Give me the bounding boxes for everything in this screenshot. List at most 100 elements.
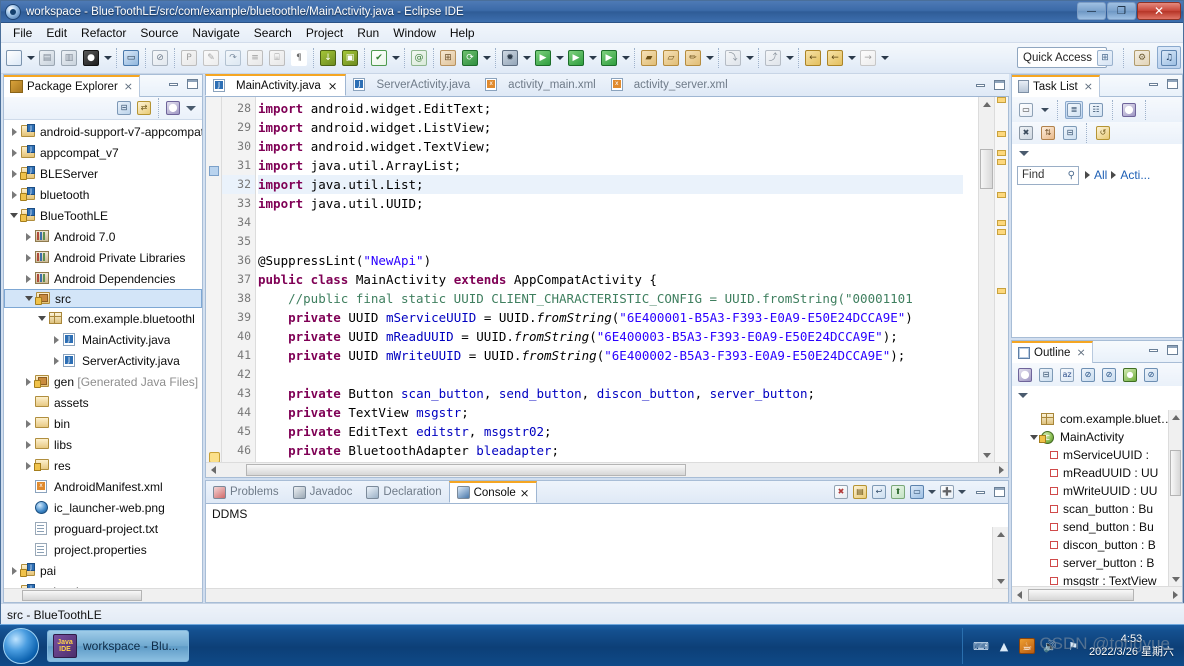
collapse-all-icon[interactable]: ⊟ [1061,124,1079,142]
outline-vertical-scrollbar[interactable] [1168,410,1182,586]
filter-arrow-icon[interactable] [1111,171,1117,179]
overview-marker[interactable] [997,97,1006,103]
menu-item-source[interactable]: Source [133,24,185,42]
console-scroll-down-icon[interactable] [995,575,1007,587]
twisty-collapsed-icon[interactable] [50,350,62,371]
profile-dropdown-arrow[interactable] [620,47,631,69]
synchronize-changed-icon[interactable]: ✖ [1017,124,1035,142]
show-hidden-icons-icon[interactable]: ▲ [996,638,1012,654]
tree-item-bin[interactable]: bin [4,413,202,434]
tree-item-serveractivity-java[interactable]: J ServerActivity.java [4,350,202,371]
task-filter-acti[interactable]: Acti... [1120,168,1150,182]
editor-hscroll-thumb[interactable] [246,464,686,476]
close-icon[interactable]: ⨯ [1076,346,1085,359]
twisty-collapsed-icon[interactable] [22,226,34,247]
view-menu-icon[interactable] [1017,145,1031,161]
android-sdk-manager-icon[interactable]: ↓ [317,47,339,69]
console-tab-declaration[interactable]: Declaration [359,481,448,503]
editor-vscroll-thumb[interactable] [980,149,993,189]
tree-item-res[interactable]: res [4,455,202,476]
menu-item-navigate[interactable]: Navigate [185,24,246,42]
tree-item-gen[interactable]: gen [Generated Java Files] [4,371,202,392]
tree-item-android-support-v7-appcompat[interactable]: Jandroid-support-v7-appcompat [4,121,202,142]
editor-tab-mainactivity-java[interactable]: J MainActivity.java ⨯ [205,74,347,96]
tree-item-androidmanifest-xml[interactable]: x AndroidManifest.xml [4,476,202,497]
menu-item-edit[interactable]: Edit [39,24,74,42]
twisty-collapsed-icon[interactable] [8,142,20,163]
tree-item-android-7-0[interactable]: Android 7.0 [4,226,202,247]
menu-item-help[interactable]: Help [443,24,482,42]
network-icon[interactable]: ⌨ [973,638,989,654]
minimize-editor-button[interactable] [973,78,987,92]
tree-item-libs[interactable]: libs [4,434,202,455]
maximize-view-button[interactable] [185,77,199,91]
minimize-task-list-button[interactable] [1146,77,1160,91]
new-task-icon[interactable]: ✏ [682,47,704,69]
package-explorer-hscrollbar[interactable] [4,588,202,602]
open-type-icon[interactable]: ▰ [638,47,660,69]
forward-icon[interactable]: ← [824,47,846,69]
volume-icon[interactable]: 🔊 [1042,638,1058,654]
view-menu-icon[interactable] [1016,387,1030,403]
menu-item-run[interactable]: Run [350,24,386,42]
outline-scroll-down-icon[interactable] [1170,573,1182,585]
restore-tasks-icon[interactable]: ↺ [1094,124,1112,142]
open-console-icon[interactable]: ➕ [938,483,956,501]
hide-static-icon[interactable]: ⊘ [1100,366,1118,384]
outline-vscroll-thumb[interactable] [1170,450,1181,496]
new-task-icon[interactable]: ▭ [1017,101,1035,119]
run-external-tools-icon[interactable]: ▶ [565,47,587,69]
next-annotation-dropdown-arrow[interactable] [784,47,795,69]
view-menu-icon[interactable] [184,100,198,116]
menu-item-refactor[interactable]: Refactor [74,24,133,42]
editor-tab-serveractivity-java[interactable]: J ServerActivity.java [346,74,478,96]
scroll-down-icon[interactable] [981,449,993,461]
start-button[interactable] [3,627,39,664]
outline-item-server-button-b[interactable]: server_button : B [1012,554,1168,572]
twisty-expanded-icon[interactable] [8,205,20,226]
pin-console-icon[interactable]: ⬆ [889,483,907,501]
open-task-icon[interactable]: ▱ [660,47,682,69]
tree-item-project-properties[interactable]: project.properties [4,539,202,560]
checkbox-dropdown-arrow[interactable] [390,47,401,69]
minimize-console-button[interactable] [973,485,987,499]
filter-arrow-icon[interactable] [1085,171,1090,179]
tree-item-bluetoothle[interactable]: J BlueToothLE [4,205,202,226]
display-selected-console-dropdown-arrow[interactable] [927,484,937,500]
console-tab-console[interactable]: Console ⨯ [448,481,538,503]
twisty-collapsed-icon[interactable] [8,560,20,581]
close-icon[interactable]: ⨯ [1084,80,1093,93]
new-class-icon[interactable]: ✎ [200,47,222,69]
minimize-view-button[interactable] [166,77,180,91]
tree-item-appcompat-v7[interactable]: Jappcompat_v7 [4,142,202,163]
overview-marker[interactable] [997,192,1006,198]
minimize-outline-button[interactable] [1146,343,1160,357]
twisty-collapsed-icon[interactable] [8,163,20,184]
outline-scroll-right-icon[interactable] [1169,589,1181,601]
perspective-java-icon[interactable]: ⚙ [1130,46,1154,69]
console-tab-problems[interactable]: Problems [206,481,286,503]
close-button[interactable]: ✕ [1137,2,1181,20]
new-wizard-icon[interactable] [3,47,25,69]
outline-item-mainactivity[interactable]: C MainActivity [1012,428,1168,446]
package-explorer-tree[interactable]: Jandroid-support-v7-appcompat Jappcompat_… [4,121,202,588]
pilcrow-icon[interactable]: ¶ [288,47,310,69]
collapse-all-icon[interactable]: ⊟ [1037,366,1055,384]
outline-hscroll-thumb[interactable] [1028,589,1134,601]
previous-annotation-dropdown-arrow[interactable] [744,47,755,69]
hide-fields-icon[interactable]: ⊘ [1079,366,1097,384]
close-icon[interactable]: ⨯ [520,486,530,500]
forward-dropdown-arrow[interactable] [846,47,857,69]
clear-console-icon[interactable]: ✖ [832,483,850,501]
editor-tab-activity-main-xml[interactable]: x activity_main.xml [478,74,604,96]
editor-vertical-scrollbar[interactable] [978,97,994,462]
show-console-on-output-icon[interactable]: ↩ [870,483,888,501]
tree-item-ic-launcher-web-png[interactable]: ic_launcher-web.png [4,497,202,518]
lock-scroll-icon[interactable]: ▤ [851,483,869,501]
overview-marker[interactable] [997,288,1006,294]
tree-item-pai-pai[interactable]: Jpai_pai [4,581,202,588]
outline-item-mwriteuuid-uu[interactable]: mWriteUUID : UU [1012,482,1168,500]
editor-tab-activity-server-xml[interactable]: x activity_server.xml [604,74,736,96]
editor-horizontal-scrollbar[interactable] [206,462,1008,477]
tree-item-src[interactable]: src [4,289,202,308]
